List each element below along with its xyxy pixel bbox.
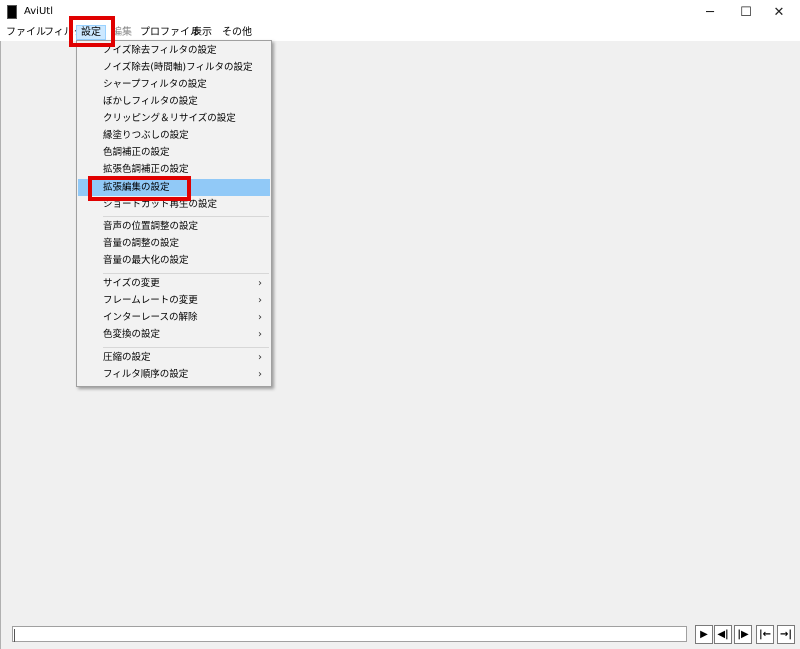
- annotation-highlight-settings-menu: [69, 16, 115, 47]
- menu-item-label: フレームレートの変更: [103, 295, 198, 306]
- menu-item-color-correction[interactable]: 色調補正の設定: [78, 144, 270, 161]
- menu-item-border-fill[interactable]: 縁塗りつぶしの設定: [78, 127, 270, 144]
- menu-item-sharpen-filter[interactable]: シャープフィルタの設定: [78, 76, 270, 93]
- menu-item-label: 音量の調整の設定: [103, 238, 180, 249]
- menu-view[interactable]: 表示: [188, 25, 216, 40]
- seek-bar[interactable]: [12, 626, 687, 642]
- submenu-arrow-icon: ›: [258, 329, 262, 340]
- menu-item-blur-filter[interactable]: ぼかしフィルタの設定: [78, 93, 270, 110]
- menu-item-label: ぼかしフィルタの設定: [103, 96, 198, 107]
- minimize-button[interactable]: ─: [694, 0, 726, 24]
- menu-separator: [103, 273, 269, 274]
- menu-item-deinterlace[interactable]: インターレースの解除 ›: [78, 309, 270, 326]
- menu-item-audio-position[interactable]: 音声の位置調整の設定: [78, 218, 270, 235]
- menu-item-label: シャープフィルタの設定: [103, 79, 207, 90]
- submenu-arrow-icon: ›: [258, 369, 262, 380]
- close-button[interactable]: ✕: [763, 0, 795, 24]
- go-to-end-button[interactable]: →|: [777, 625, 795, 644]
- menu-item-label: 音声の位置調整の設定: [103, 221, 199, 232]
- prev-frame-button[interactable]: ◀|: [714, 625, 732, 644]
- next-frame-button[interactable]: |▶: [734, 625, 752, 644]
- aviutl-app-icon: [7, 5, 17, 19]
- menu-item-compression[interactable]: 圧縮の設定 ›: [78, 349, 270, 366]
- menu-item-filter-order[interactable]: フィルタ順序の設定 ›: [78, 366, 270, 383]
- title-bar: AviUtl ─ ☐ ✕: [0, 0, 800, 24]
- seek-knob[interactable]: [14, 629, 18, 642]
- menu-item-label: インターレースの解除: [103, 312, 198, 323]
- submenu-arrow-icon: ›: [258, 312, 262, 323]
- window-title: AviUtl: [24, 6, 53, 17]
- menu-item-resize[interactable]: サイズの変更 ›: [78, 275, 270, 292]
- menu-item-label: フィルタ順序の設定: [103, 369, 189, 380]
- menu-separator: [103, 347, 269, 348]
- maximize-button[interactable]: ☐: [730, 0, 762, 24]
- menu-item-label: ノイズ除去フィルタの設定: [103, 45, 217, 56]
- annotation-highlight-extended-edit: [88, 176, 191, 201]
- menu-item-framerate[interactable]: フレームレートの変更 ›: [78, 292, 270, 309]
- menu-item-volume-adjust[interactable]: 音量の調整の設定: [78, 235, 270, 252]
- menu-item-temporal-noise-filter[interactable]: ノイズ除去(時間軸)フィルタの設定: [78, 59, 270, 76]
- go-to-start-button[interactable]: |←: [756, 625, 774, 644]
- menu-item-label: 色調補正の設定: [103, 147, 170, 158]
- menu-item-color-conversion[interactable]: 色変換の設定 ›: [78, 326, 270, 343]
- submenu-arrow-icon: ›: [258, 352, 262, 363]
- menu-bar: ファイル フィルタ 設定 編集 プロファイル 表示 その他: [0, 24, 800, 41]
- menu-item-clipping-resize[interactable]: クリッピング＆リサイズの設定: [78, 110, 270, 127]
- window-left-edge: [0, 41, 1, 649]
- play-button[interactable]: ▶: [695, 625, 713, 644]
- menu-other[interactable]: その他: [218, 25, 256, 40]
- menu-item-label: 色変換の設定: [103, 329, 161, 340]
- menu-item-label: 圧縮の設定: [103, 352, 151, 363]
- menu-item-label: 音量の最大化の設定: [103, 255, 189, 266]
- submenu-arrow-icon: ›: [258, 278, 262, 289]
- menu-item-volume-maximize[interactable]: 音量の最大化の設定: [78, 252, 270, 269]
- menu-item-label: クリッピング＆リサイズの設定: [103, 113, 236, 124]
- menu-item-label: 縁塗りつぶしの設定: [103, 130, 189, 141]
- menu-item-label: サイズの変更: [103, 278, 160, 289]
- menu-separator: [103, 216, 269, 217]
- settings-dropdown-menu: ノイズ除去フィルタの設定 ノイズ除去(時間軸)フィルタの設定 シャープフィルタの…: [76, 40, 272, 387]
- submenu-arrow-icon: ›: [258, 295, 262, 306]
- menu-item-label: ノイズ除去(時間軸)フィルタの設定: [103, 62, 253, 73]
